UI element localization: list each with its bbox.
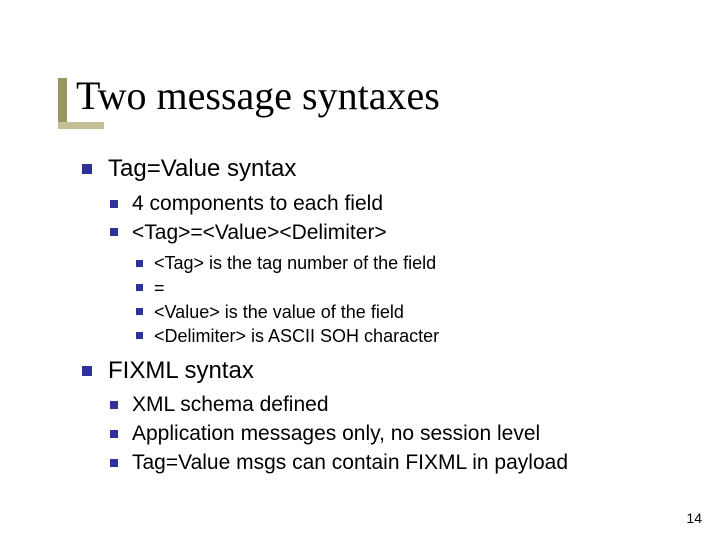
list-item: Tag=Value syntax 4 components to each fi… bbox=[80, 154, 680, 348]
list-item: FIXML syntax XML schema defined Applicat… bbox=[80, 356, 680, 477]
title-accent-vertical bbox=[58, 78, 67, 128]
list-item: <Tag> is the tag number of the field bbox=[132, 252, 680, 275]
slide: Two message syntaxes Tag=Value syntax 4 … bbox=[0, 0, 720, 540]
bullet-text: <Tag> is the tag number of the field bbox=[154, 253, 436, 273]
list-item: <Delimiter> is ASCII SOH character bbox=[132, 325, 680, 348]
list-item: 4 components to each field bbox=[108, 191, 680, 218]
bullet-text: <Delimiter> is ASCII SOH character bbox=[154, 326, 439, 346]
bullet-list-level3: <Tag> is the tag number of the field = <… bbox=[132, 252, 680, 347]
list-item: XML schema defined bbox=[108, 392, 680, 419]
list-item: Tag=Value msgs can contain FIXML in payl… bbox=[108, 450, 680, 477]
bullet-text: <Tag>=<Value><Delimiter> bbox=[132, 221, 387, 244]
bullet-text: Tag=Value syntax bbox=[108, 155, 296, 182]
bullet-text: FIXML syntax bbox=[108, 357, 254, 384]
bullet-list-level2: 4 components to each field <Tag>=<Value>… bbox=[108, 191, 680, 348]
list-item: <Value> is the value of the field bbox=[132, 301, 680, 324]
slide-title: Two message syntaxes bbox=[76, 72, 440, 119]
slide-body: Tag=Value syntax 4 components to each fi… bbox=[80, 154, 680, 485]
list-item: Application messages only, no session le… bbox=[108, 421, 680, 448]
bullet-list-level2: XML schema defined Application messages … bbox=[108, 392, 680, 477]
bullet-list-level1: Tag=Value syntax 4 components to each fi… bbox=[80, 154, 680, 477]
bullet-text: Application messages only, no session le… bbox=[132, 422, 540, 445]
title-accent-horizontal bbox=[58, 122, 104, 129]
list-item: = bbox=[132, 277, 680, 300]
page-number: 14 bbox=[686, 510, 702, 526]
bullet-text: Tag=Value msgs can contain FIXML in payl… bbox=[132, 451, 568, 474]
list-item: <Tag>=<Value><Delimiter> <Tag> is the ta… bbox=[108, 220, 680, 348]
bullet-text: <Value> is the value of the field bbox=[154, 302, 404, 322]
bullet-text: XML schema defined bbox=[132, 393, 329, 416]
bullet-text: = bbox=[154, 278, 165, 298]
bullet-text: 4 components to each field bbox=[132, 192, 383, 215]
